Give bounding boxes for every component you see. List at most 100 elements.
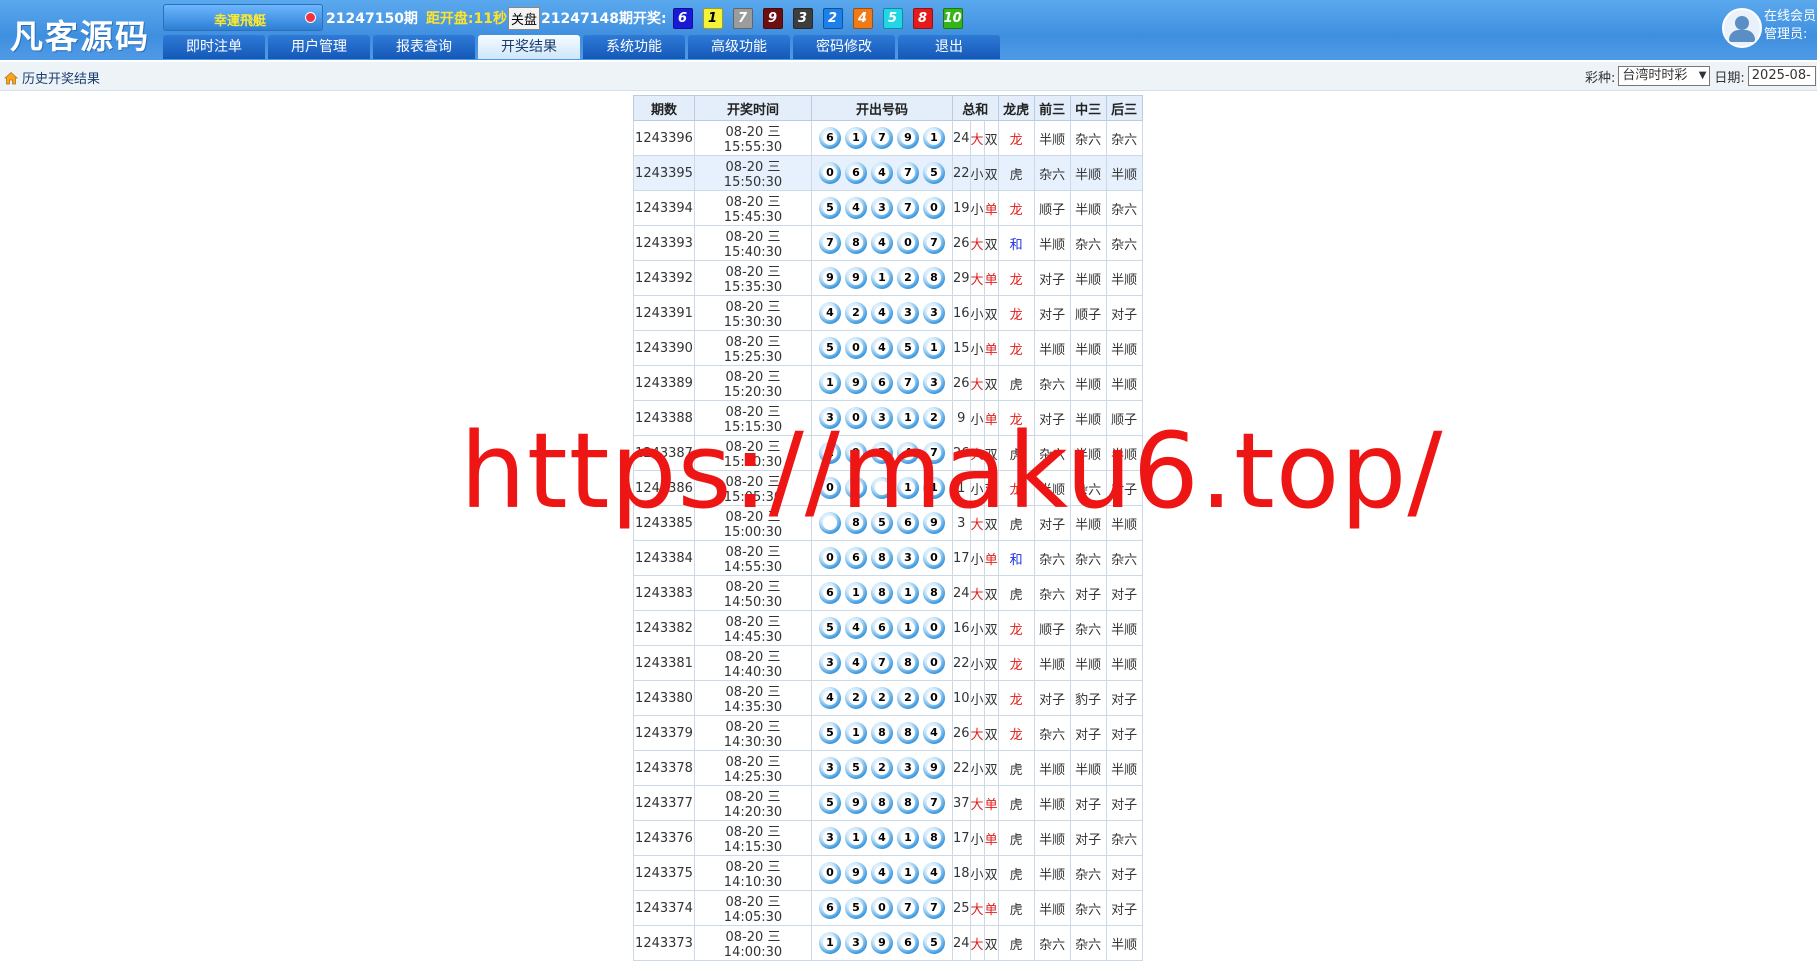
close-market-button[interactable]: 关盘 [508,6,541,30]
middle3-cell: 杂六 [1069,610,1107,646]
balls-cell: 50451 [811,330,953,366]
nav-tab-0[interactable]: 即时注单 [163,35,265,59]
back3-cell: 对子 [1105,785,1143,821]
middle3-cell: 半顺 [1069,365,1107,401]
result-ball: 9 [762,7,783,29]
middle3-cell: 对子 [1069,785,1107,821]
odd-even-cell: 双 [983,715,999,751]
odd-even-cell: 双 [983,575,999,611]
number-ball: 8 [845,232,867,254]
number-ball: 1 [845,722,867,744]
back3-cell: 半顺 [1105,260,1143,296]
table-row: 1243396 08-20 三 15:55:30 6 1 7 9 1 24 大双龙半顺 杂六 杂六 [633,120,1143,156]
back3-cell: 半顺 [1105,155,1143,191]
balls-cell: 54370 [811,190,953,226]
number-ball: 0 [819,162,841,184]
number-ball: 3 [897,547,919,569]
middle3-cell: 杂六 [1069,225,1107,261]
odd-even-cell: 双 [983,750,999,786]
nav-tab-7[interactable]: 退出 [898,35,1000,59]
odd-even-cell: 双 [983,435,999,471]
table-row: 1243389 08-20 三 15:20:30 1 9 6 7 3 26 大双虎杂六 半顺 半顺 [633,365,1143,401]
nav-tab-1[interactable]: 用户管理 [268,35,370,59]
big-small-cell: 小 [969,190,985,226]
time-cell: 08-20 三 14:00:30 [694,925,812,961]
issue-cell: 1243380 [633,680,695,716]
back3-cell: 顺子 [1105,400,1143,436]
front3-cell: 杂六 [1033,540,1071,576]
dragon-tiger-cell: 虎 [997,505,1035,541]
back3-cell: 半顺 [1105,925,1143,961]
odd-even-cell: 双 [983,295,999,331]
online-members-link[interactable]: 在线会员 [1764,8,1816,26]
time-cell: 08-20 三 15:25:30 [694,330,812,366]
middle3-cell: 杂六 [1069,470,1107,506]
table-row: 1243380 08-20 三 14:35:30 4 2 2 2 0 10 小双龙对子 豹子 对子 [633,680,1143,716]
front3-cell: 杂六 [1033,435,1071,471]
front3-cell: 对子 [1033,400,1071,436]
number-ball: 4 [819,687,841,709]
number-ball: 7 [897,372,919,394]
column-header: 开出号码 [811,95,953,121]
number-ball: 4 [923,722,945,744]
balls-cell: 8569 [811,505,953,541]
back3-cell: 半顺 [1105,330,1143,366]
date-input[interactable]: 2025-08- [1747,66,1816,86]
number-ball: 7 [871,652,893,674]
lottery-select[interactable]: 台湾时时彩 ▼ [1618,66,1711,86]
middle3-cell: 半顺 [1069,505,1107,541]
big-small-cell: 大 [969,505,985,541]
balls-cell: 54610 [811,610,953,646]
dragon-tiger-cell: 龙 [997,680,1035,716]
number-ball: 0 [819,477,841,499]
game-selector[interactable]: 幸運飛艇 [163,4,323,31]
result-ball: 1 [702,7,723,29]
sum-cell: 1 [952,470,971,506]
number-ball: 1 [845,127,867,149]
back3-cell: 对子 [1105,680,1143,716]
time-cell: 08-20 三 15:00:30 [694,505,812,541]
balls-cell: 99128 [811,260,953,296]
front3-cell: 杂六 [1033,925,1071,961]
table-row: 1243379 08-20 三 14:30:30 5 1 8 8 4 26 大双龙杂六 对子 对子 [633,715,1143,751]
site-logo: 凡客源码 [10,17,150,56]
nav-tab-2[interactable]: 报表查询 [373,35,475,59]
number-ball: 5 [845,897,867,919]
issue-cell: 1243388 [633,400,695,436]
odd-even-cell: 双 [983,155,999,191]
balls-cell: 61791 [811,120,953,156]
big-small-cell: 大 [969,715,985,751]
dragon-tiger-cell: 虎 [997,855,1035,891]
number-ball: 8 [923,582,945,604]
number-ball: 6 [845,162,867,184]
sum-cell: 16 [952,295,971,331]
back3-cell: 对子 [1105,890,1143,926]
number-ball: 4 [871,862,893,884]
filters: 彩种: 台湾时时彩 ▼ 日期: 2025-08- [1585,66,1816,86]
nav-tab-3[interactable]: 开奖结果 [478,35,580,59]
sum-cell: 37 [952,785,971,821]
number-ball: 5 [923,162,945,184]
front3-cell: 对子 [1033,680,1071,716]
number-ball: 6 [897,512,919,534]
dragon-tiger-cell: 虎 [997,785,1035,821]
number-ball: 1 [923,477,945,499]
number-ball: 3 [845,932,867,954]
number-ball: 3 [923,302,945,324]
user-avatar-icon[interactable] [1722,8,1762,48]
nav-tab-4[interactable]: 系统功能 [583,35,685,59]
middle3-cell: 半顺 [1069,400,1107,436]
nav-tab-5[interactable]: 高级功能 [688,35,790,59]
front3-cell: 对子 [1033,260,1071,296]
time-cell: 08-20 三 15:10:30 [694,435,812,471]
back3-cell: 对子 [1105,295,1143,331]
number-ball: 1 [897,477,919,499]
nav-tab-6[interactable]: 密码修改 [793,35,895,59]
home-icon[interactable] [4,71,18,85]
last-issue: 21247148期开奖: [541,11,667,27]
number-ball: 9 [871,932,893,954]
dragon-tiger-cell: 龙 [997,715,1035,751]
issue-cell: 1243381 [633,645,695,681]
sum-cell: 22 [952,645,971,681]
number-ball: 6 [819,897,841,919]
